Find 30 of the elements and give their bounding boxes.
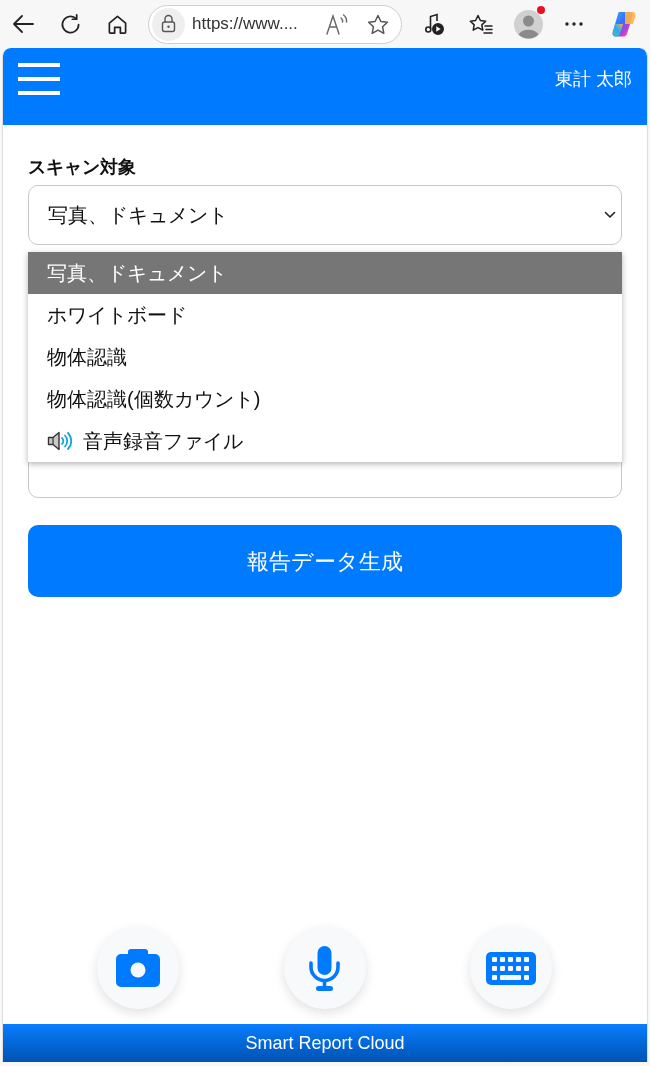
star-list-icon[interactable] (469, 13, 493, 35)
dropdown-option[interactable]: 音声録音ファイル (28, 420, 622, 462)
keyboard-icon (486, 951, 536, 985)
footer-text: Smart Report Cloud (245, 1031, 405, 1055)
user-name: 東計 太郎 (555, 67, 632, 91)
home-icon[interactable] (107, 13, 128, 35)
dropdown-option[interactable]: ホワイトボード (28, 294, 622, 336)
address-bar[interactable]: https://www.... (148, 4, 402, 44)
notification-dot-icon (537, 5, 545, 14)
avatar-icon[interactable] (514, 9, 543, 39)
generate-report-button[interactable]: 報告データ生成 (28, 525, 622, 597)
gradient-logo-icon[interactable] (610, 10, 638, 38)
dropdown-option[interactable]: 物体認識(個数カウント) (28, 378, 622, 420)
dropdown-option[interactable]: 物体認識 (28, 336, 622, 378)
lock-icon[interactable] (152, 7, 185, 41)
chevron-down-icon (604, 211, 616, 219)
speaker-icon (47, 431, 73, 451)
favorite-star-icon[interactable] (367, 13, 389, 35)
more-icon[interactable] (565, 22, 583, 26)
menu-icon[interactable] (18, 63, 60, 95)
url-text[interactable]: https://www.... (192, 11, 298, 37)
dropdown-option[interactable]: 写真、ドキュメント (28, 252, 622, 294)
read-aloud-icon[interactable] (326, 13, 349, 35)
microphone-icon (309, 945, 340, 991)
camera-icon (116, 949, 160, 987)
scan-target-select[interactable]: 写真、ドキュメント (28, 185, 622, 245)
field-label: スキャン対象 (28, 156, 137, 179)
back-icon[interactable] (12, 14, 34, 34)
music-note-icon[interactable] (424, 13, 444, 35)
refresh-icon[interactable] (60, 13, 81, 35)
